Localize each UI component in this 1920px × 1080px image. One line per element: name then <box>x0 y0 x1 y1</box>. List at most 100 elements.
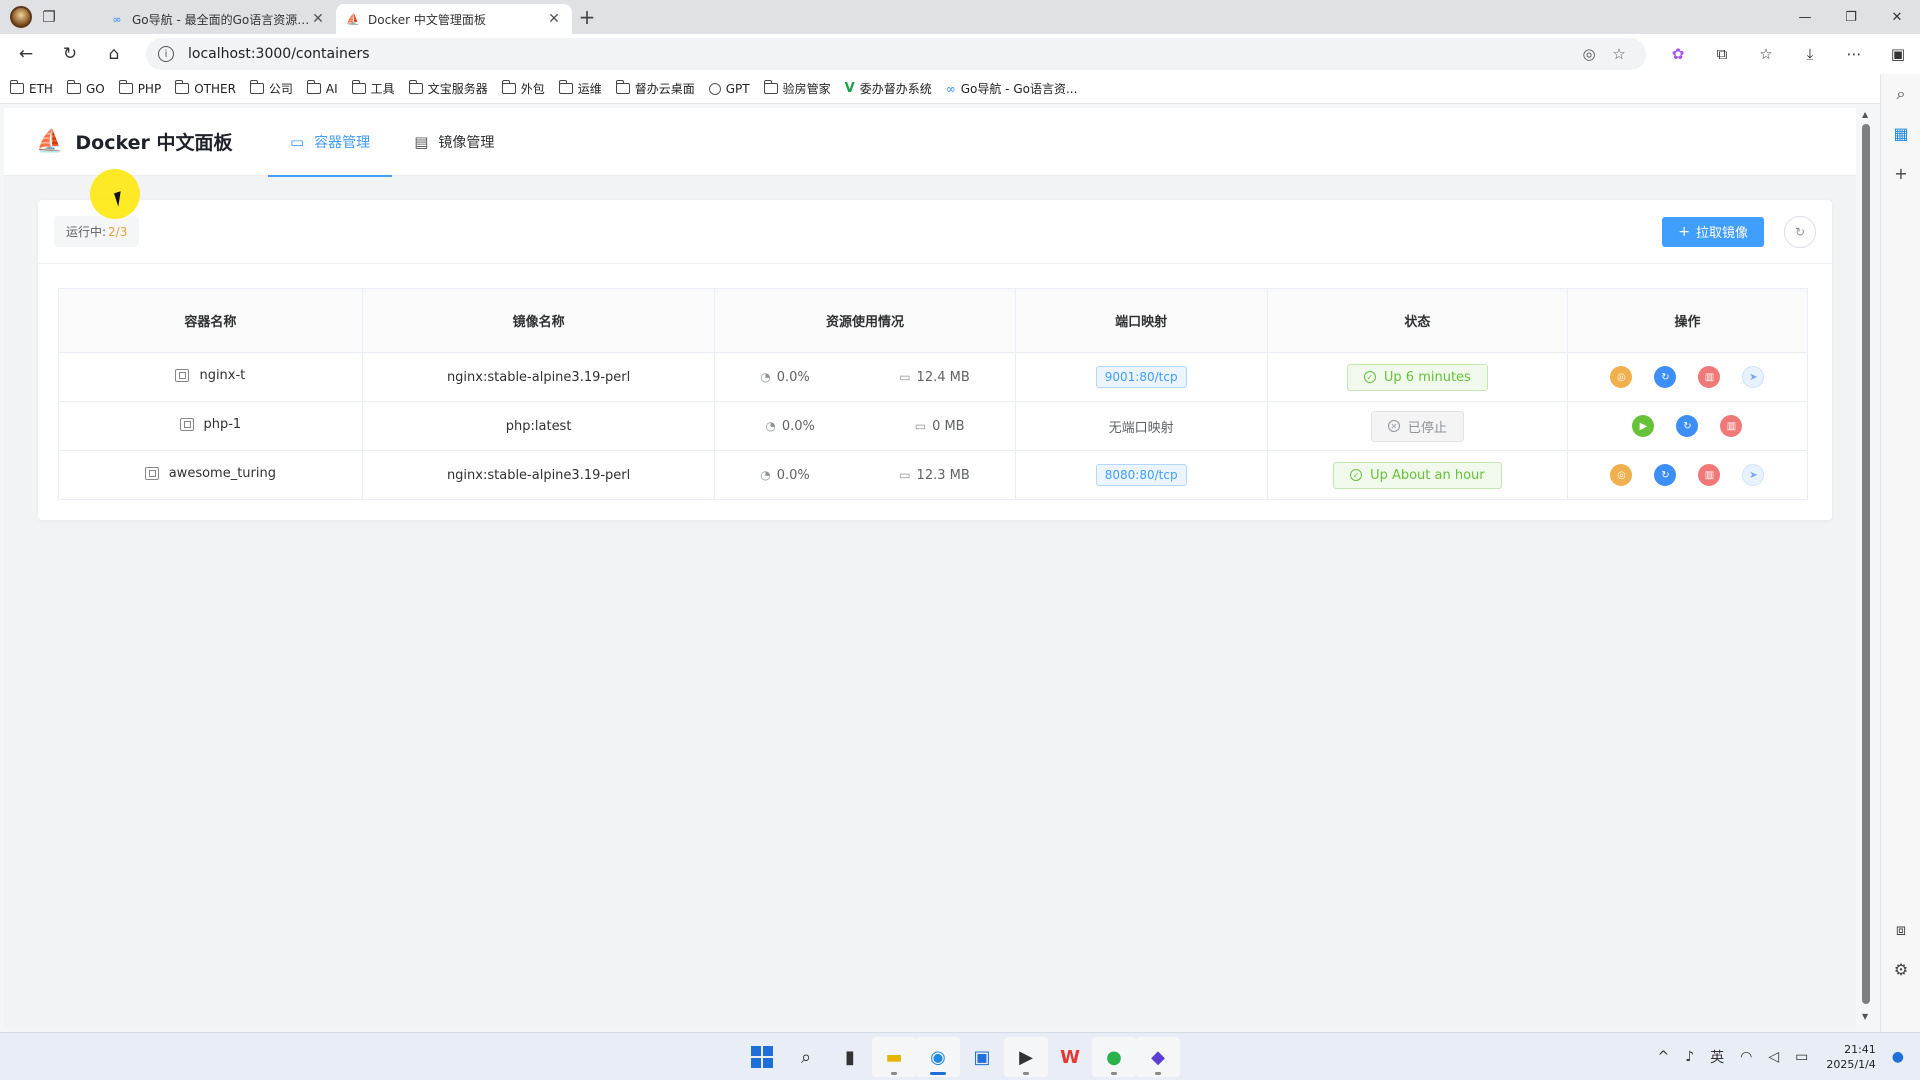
scrollbar-thumb[interactable] <box>1862 124 1870 1004</box>
add-icon[interactable]: + <box>1881 154 1920 194</box>
wps-office-icon[interactable]: W <box>1048 1037 1092 1077</box>
task-view-icon[interactable]: ▮ <box>828 1037 872 1077</box>
profile-avatar[interactable] <box>10 6 32 28</box>
favorite-star-icon[interactable]: ☆ <box>1604 45 1634 63</box>
reload-icon[interactable]: ↻ <box>52 38 88 70</box>
cpu-usage: 0.0% <box>776 369 810 385</box>
terminal-button[interactable]: ➤ <box>1742 464 1765 486</box>
file-explorer-icon[interactable]: ▬ <box>872 1037 916 1077</box>
refresh-button[interactable]: ↻ <box>1784 215 1816 248</box>
back-icon[interactable]: ← <box>8 38 44 70</box>
tab-label: 镜像管理 <box>438 134 495 151</box>
start-button[interactable]: ▶ <box>1632 415 1655 437</box>
volume-icon[interactable]: ◁ <box>1768 1049 1779 1065</box>
box-icon: ▤ <box>414 132 429 151</box>
translate-icon[interactable]: ◎ <box>1574 45 1604 63</box>
bookmark-item[interactable]: GPT <box>708 81 750 96</box>
tab-containers[interactable]: ▭ 容器管理 <box>268 108 393 177</box>
restart-button[interactable]: ↻ <box>1654 366 1677 388</box>
bookmark-item[interactable]: 验房管家 <box>763 80 831 97</box>
taskbar-search-icon[interactable]: ⌕ <box>784 1037 828 1077</box>
close-tab-icon[interactable]: ✕ <box>310 11 326 27</box>
bookmark-item[interactable]: AI <box>306 80 338 96</box>
bookmark-item[interactable]: 外包 <box>501 80 545 97</box>
cpu-usage: 0.0% <box>776 467 810 483</box>
input-method-indicator[interactable]: 英 <box>1710 1047 1724 1067</box>
copilot-icon[interactable]: ✿ <box>1656 38 1700 70</box>
restore-icon[interactable]: ❐ <box>1828 0 1874 34</box>
system-clock[interactable]: 21:41 2025/1/4 <box>1826 1042 1875 1072</box>
stop-button[interactable]: ◎ <box>1610 464 1633 486</box>
new-tab-button[interactable]: + <box>572 2 602 32</box>
search-icon[interactable]: ⌕ <box>1881 74 1920 114</box>
status-badge: ✓ Up 6 minutes <box>1346 363 1488 391</box>
bookmark-item[interactable]: 公司 <box>249 80 293 97</box>
home-icon[interactable]: ⌂ <box>96 38 132 70</box>
terminal-icon[interactable]: ▶ <box>1004 1037 1048 1077</box>
wechat-icon[interactable]: ● <box>1092 1037 1136 1077</box>
plus-icon: + <box>1678 223 1690 240</box>
settings-gear-icon[interactable]: ⚙ <box>1881 950 1920 990</box>
delete-button[interactable]: ▥ <box>1720 415 1743 437</box>
image-name-cell: php:latest <box>362 401 716 451</box>
url-field[interactable]: i localhost:3000/containers ◎ ☆ <box>146 38 1646 70</box>
browser-tab-docker[interactable]: ⛵ Docker 中文管理面板 ✕ <box>336 4 572 34</box>
tray-overflow-icon[interactable]: ^ <box>1657 1049 1669 1065</box>
port-mapping-tag[interactable]: 9001:80/tcp <box>1095 366 1187 388</box>
microphone-icon[interactable]: ♪ <box>1685 1049 1694 1065</box>
close-window-icon[interactable]: ✕ <box>1874 0 1920 34</box>
start-button[interactable] <box>740 1037 784 1077</box>
more-menu-icon[interactable]: ⋯ <box>1832 38 1876 70</box>
battery-icon[interactable]: ▭ <box>1795 1049 1808 1065</box>
downloads-icon[interactable]: ⤓ <box>1788 38 1832 70</box>
edge-browser-icon[interactable]: ◉ <box>916 1037 960 1077</box>
bookmarks-bar: ETH GO PHP OTHER 公司 AI 工具 文宝服务器 外包 运维 督办云桌面 GPT 验房管家… <box>0 74 1880 104</box>
delete-button[interactable]: ▥ <box>1698 366 1721 388</box>
extensions-icon[interactable]: ⧉ <box>1700 38 1744 70</box>
close-tab-icon[interactable]: ✕ <box>546 11 562 27</box>
bookmark-label: GPT <box>725 81 750 96</box>
container-name-cell: nginx-t <box>58 352 363 402</box>
calendar-icon[interactable]: ▦ <box>1881 114 1920 154</box>
bookmark-item[interactable]: ∞ Go导航 - Go语言资... <box>946 80 1078 97</box>
bookmark-item[interactable]: PHP <box>118 80 161 96</box>
site-info-icon[interactable]: i <box>158 46 174 62</box>
bookmark-item[interactable]: 督办云桌面 <box>615 80 695 97</box>
tab-label: 容器管理 <box>314 134 371 151</box>
scroll-down-icon[interactable]: ▼ <box>1862 1012 1868 1021</box>
wifi-icon[interactable]: ◠ <box>1740 1049 1752 1065</box>
workspaces-icon[interactable]: ❐ <box>32 0 66 34</box>
stop-button[interactable]: ◎ <box>1610 366 1633 388</box>
bookmark-item[interactable]: ETH <box>10 80 53 96</box>
goland-icon[interactable]: ◆ <box>1136 1037 1180 1077</box>
screenshot-icon[interactable]: ⧈ <box>1881 910 1920 950</box>
store-icon[interactable]: ▣ <box>960 1037 1004 1077</box>
bookmark-item[interactable]: 运维 <box>558 80 602 97</box>
favorites-icon[interactable]: ☆ <box>1744 38 1788 70</box>
sidebar-toggle-icon[interactable]: ▣ <box>1876 38 1920 70</box>
running-count-badge: 运行中: 2/3 <box>54 216 140 247</box>
pull-image-button[interactable]: + 拉取镜像 <box>1662 216 1764 247</box>
bookmark-item[interactable]: 工具 <box>351 80 395 97</box>
terminal-button[interactable]: ➤ <box>1742 366 1765 388</box>
restart-button[interactable]: ↻ <box>1676 415 1699 437</box>
delete-button[interactable]: ▥ <box>1698 464 1721 486</box>
bookmark-item[interactable]: GO <box>66 80 105 96</box>
notification-bell-icon[interactable]: ● <box>1892 1049 1904 1065</box>
resource-cell: ◔ 0.0% ▭ 12.3 MB <box>714 450 1016 500</box>
tab-images[interactable]: ▤ 镜像管理 <box>392 108 516 176</box>
bookmark-item[interactable]: 文宝服务器 <box>408 80 488 97</box>
bookmark-item[interactable]: V 委办督办系统 <box>845 80 932 97</box>
folder-icon <box>763 80 778 94</box>
no-port-text: 无端口映射 <box>1108 420 1174 436</box>
port-mapping-tag[interactable]: 8080:80/tcp <box>1095 464 1187 486</box>
app-header: ⛵ Docker 中文面板 ▭ 容器管理 ▤ 镜像管理 <box>4 108 1856 177</box>
table-header-row: 容器名称 镜像名称 资源使用情况 端口映射 状态 操作 <box>58 288 1809 353</box>
page-scrollbar[interactable]: ▲ ▼ <box>1859 108 1873 1028</box>
minimize-icon[interactable]: — <box>1782 0 1828 34</box>
scroll-up-icon[interactable]: ▲ <box>1862 110 1868 119</box>
restart-button[interactable]: ↻ <box>1654 464 1677 486</box>
browser-tab-go-nav[interactable]: ∞ Go导航 - 最全面的Go语言资源导航 ✕ <box>100 4 336 34</box>
bookmark-item[interactable]: OTHER <box>175 80 236 96</box>
folder-icon <box>306 80 321 94</box>
